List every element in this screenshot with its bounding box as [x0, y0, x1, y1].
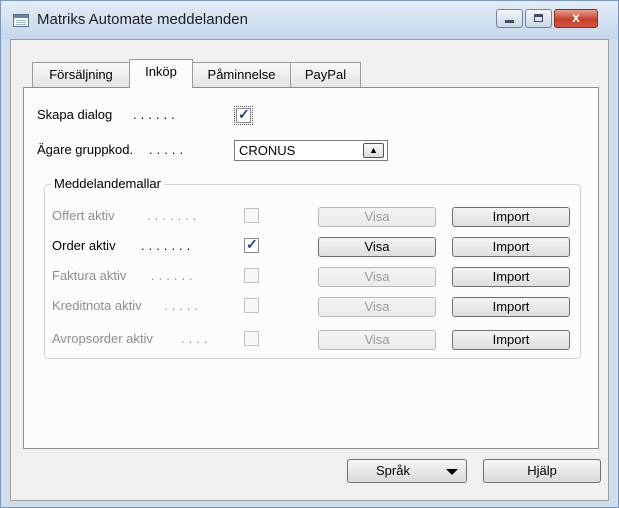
- agare-gruppkod-input[interactable]: CRONUS ▲: [234, 140, 388, 161]
- dot-leader: ......: [133, 107, 179, 122]
- order-aktiv-label: Order aktiv: [52, 238, 116, 253]
- agare-gruppkod-label: Ägare gruppkod.: [37, 142, 134, 157]
- button-label: Import: [492, 299, 530, 314]
- tab-label: PayPal: [304, 67, 347, 82]
- button-label: Visa: [364, 299, 390, 314]
- kreditnota-import-button[interactable]: Import: [452, 297, 570, 317]
- order-visa-button[interactable]: Visa: [318, 237, 436, 257]
- skapa-dialog-label: Skapa dialog: [37, 107, 113, 122]
- button-label: Visa: [364, 269, 390, 284]
- window-icon: [13, 14, 29, 27]
- maximize-icon[interactable]: [525, 9, 552, 28]
- close-label: x: [572, 9, 580, 25]
- offert-aktiv-label: Offert aktiv: [52, 208, 115, 223]
- kreditnota-visa-button[interactable]: Visa: [318, 297, 436, 317]
- avropsorder-import-button[interactable]: Import: [452, 330, 570, 350]
- button-label: Visa: [364, 332, 390, 347]
- agare-gruppkod-value: CRONUS: [239, 143, 296, 158]
- dot-leader: .......: [147, 208, 201, 223]
- tab-inkop[interactable]: Inköp: [129, 59, 193, 88]
- checkmark-icon: ✓: [246, 236, 258, 252]
- tab-paypal[interactable]: PayPal: [290, 62, 361, 87]
- button-label: Import: [492, 239, 530, 254]
- dropdown-arrow-icon: [446, 469, 458, 475]
- dot-leader: .....: [164, 298, 203, 313]
- faktura-import-button[interactable]: Import: [452, 267, 570, 287]
- dot-leader: ....: [181, 331, 212, 346]
- group-title: Meddelandemallar: [51, 176, 164, 191]
- faktura-aktiv-label: Faktura aktiv: [52, 268, 127, 283]
- tab-label: Försäljning: [49, 67, 113, 82]
- tab-label: Påminnelse: [207, 67, 276, 82]
- tab-paminnelse[interactable]: Påminnelse: [192, 62, 291, 87]
- button-label: Språk: [376, 463, 410, 478]
- checkmark-icon: ✓: [238, 106, 250, 122]
- tab-label: Inköp: [145, 64, 177, 79]
- button-label: Visa: [364, 239, 390, 254]
- offert-import-button[interactable]: Import: [452, 207, 570, 227]
- offert-visa-button[interactable]: Visa: [318, 207, 436, 227]
- kreditnota-aktiv-label: Kreditnota aktiv: [52, 298, 142, 313]
- faktura-aktiv-checkbox[interactable]: [244, 268, 259, 283]
- hjalp-button[interactable]: Hjälp: [483, 459, 601, 483]
- sprak-button[interactable]: Språk: [347, 459, 467, 483]
- button-label: Import: [492, 332, 530, 347]
- avropsorder-aktiv-label: Avropsorder aktiv: [52, 331, 153, 346]
- avropsorder-visa-button[interactable]: Visa: [318, 330, 436, 350]
- kreditnota-aktiv-checkbox[interactable]: [244, 298, 259, 313]
- title-bar[interactable]: Matriks Automate meddelanden x: [1, 1, 618, 39]
- tab-forsaljning[interactable]: Försäljning: [32, 62, 130, 87]
- skapa-dialog-checkbox[interactable]: ✓: [234, 106, 253, 125]
- dot-leader: .....: [149, 142, 188, 157]
- minimize-icon[interactable]: [496, 9, 523, 28]
- button-label: Import: [492, 269, 530, 284]
- order-aktiv-checkbox[interactable]: ✓: [244, 236, 259, 253]
- faktura-visa-button[interactable]: Visa: [318, 267, 436, 287]
- button-label: Hjälp: [527, 463, 557, 478]
- button-label: Import: [492, 209, 530, 224]
- lookup-arrow-icon[interactable]: ▲: [363, 143, 384, 158]
- close-icon[interactable]: x: [554, 9, 598, 28]
- dot-leader: .......: [141, 238, 195, 253]
- avropsorder-aktiv-checkbox[interactable]: [244, 331, 259, 346]
- dialog-window: Matriks Automate meddelanden x Försäljni…: [0, 0, 619, 508]
- order-import-button[interactable]: Import: [452, 237, 570, 257]
- window-title: Matriks Automate meddelanden: [37, 11, 248, 28]
- offert-aktiv-checkbox[interactable]: [244, 208, 259, 223]
- button-label: Visa: [364, 209, 390, 224]
- dot-leader: ......: [151, 268, 197, 283]
